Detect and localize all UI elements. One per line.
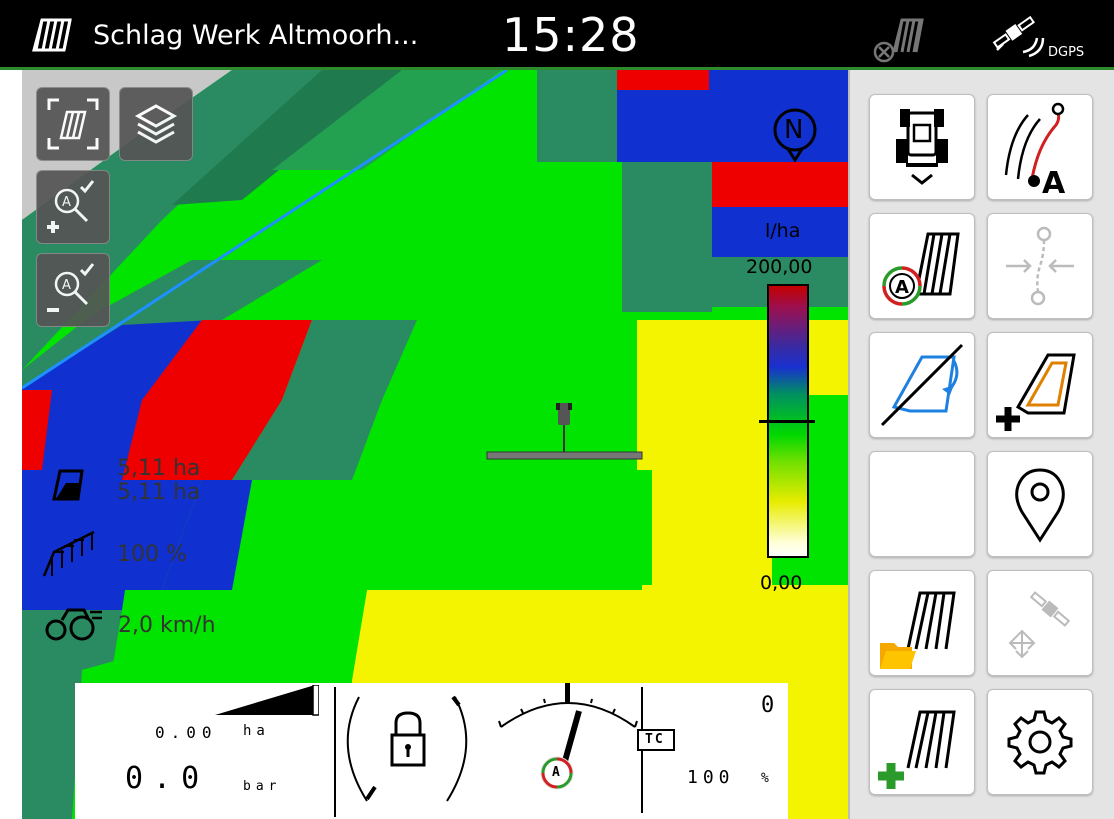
boundary-edit-icon — [880, 343, 964, 427]
legend-unit: l/ha — [765, 220, 801, 242]
section-control-auto-icon: A — [882, 232, 960, 306]
application-ramp-icon — [215, 685, 319, 716]
function-sidebar: A A — [848, 70, 1114, 819]
field-icon[interactable] — [28, 14, 72, 54]
boundary-add-icon — [996, 353, 1076, 431]
location-pin-icon — [1015, 468, 1065, 543]
top-bar: Schlag Werk Altmoorh... 15:28 DGPS — [0, 0, 1114, 70]
boundary-add-button[interactable] — [987, 332, 1093, 438]
worked-area-value: 5,11 ha — [117, 456, 201, 481]
clock: 15:28 — [502, 8, 640, 62]
gps-mode-label: DGPS — [1048, 45, 1085, 60]
rate-percent-unit: % — [761, 771, 769, 786]
legend-max-value: 200,00 — [746, 256, 813, 278]
zoom-field-extent-button[interactable] — [36, 87, 110, 161]
pressure-unit: bar — [243, 779, 282, 794]
map-left-margin — [0, 70, 22, 819]
location-pin-button[interactable] — [987, 451, 1093, 557]
task-controller-status-icon — [873, 18, 924, 63]
padlock-icon[interactable] — [388, 709, 428, 769]
tractor-speed-icon — [45, 608, 102, 641]
line-shift-icon — [1006, 226, 1074, 306]
gps-satellite-icon — [992, 15, 1045, 58]
tc-label: TC — [645, 732, 665, 747]
top-right-counter: 0 — [761, 693, 775, 718]
auto-zoom-out-button[interactable]: A — [36, 253, 110, 327]
total-area-value: 5,11 ha — [117, 480, 201, 505]
gps-correction-button[interactable] — [987, 570, 1093, 676]
panel-divider-left — [334, 687, 336, 817]
legend-min-value: 0,00 — [760, 572, 803, 594]
open-field-button[interactable] — [869, 570, 975, 676]
layers-icon — [134, 104, 178, 144]
legend-current-marker — [759, 420, 815, 423]
rate-percent-value: 100 — [687, 767, 735, 788]
satellite-move-icon — [1008, 591, 1071, 659]
guidance-line-a-button[interactable]: A — [987, 94, 1093, 200]
settings-button[interactable] — [987, 689, 1093, 795]
map-layers-button[interactable] — [119, 87, 193, 161]
tc-box[interactable]: TC — [637, 729, 675, 751]
area-counter-value: 0.00 — [155, 723, 218, 742]
speed-value: 2,0 km/h — [118, 613, 216, 638]
area-counter-unit: ha — [243, 723, 270, 739]
svg-text:A: A — [895, 277, 909, 298]
field-name[interactable]: Schlag Werk Altmoorh... — [93, 20, 418, 51]
zoom-out-auto-icon: A — [47, 263, 95, 312]
zoom-extent-icon — [47, 98, 99, 150]
section-control-auto-button[interactable]: A — [869, 213, 975, 319]
field-add-icon — [878, 710, 956, 789]
zoom-in-auto-icon: A — [47, 180, 95, 233]
svg-text:A: A — [1042, 166, 1066, 199]
ab-line-shift-button[interactable] — [987, 213, 1093, 319]
tractor-view-button[interactable] — [869, 94, 975, 200]
gear-icon — [1007, 710, 1073, 775]
svg-text:A: A — [62, 278, 71, 293]
empty-button[interactable] — [869, 451, 975, 557]
new-field-button[interactable] — [869, 689, 975, 795]
guidance-ab-line-icon: A — [1004, 102, 1066, 199]
boom-width-icon — [42, 530, 95, 577]
svg-text:A: A — [62, 195, 71, 210]
implement-status-panel: 0.00 ha 0.0 bar A TC 0 100 % — [75, 683, 788, 819]
area-icon — [52, 469, 84, 501]
boom-percent-value: 100 % — [117, 542, 187, 567]
field-folder-icon — [880, 591, 956, 669]
auto-zoom-in-button[interactable]: A — [36, 170, 110, 244]
rate-gauge — [498, 683, 638, 790]
north-label: N — [784, 115, 804, 145]
boundary-edit-button[interactable] — [869, 332, 975, 438]
tractor-view-icon — [896, 109, 948, 185]
gauge-mode-letter: A — [552, 765, 560, 780]
pressure-value: 0.0 — [125, 761, 210, 796]
